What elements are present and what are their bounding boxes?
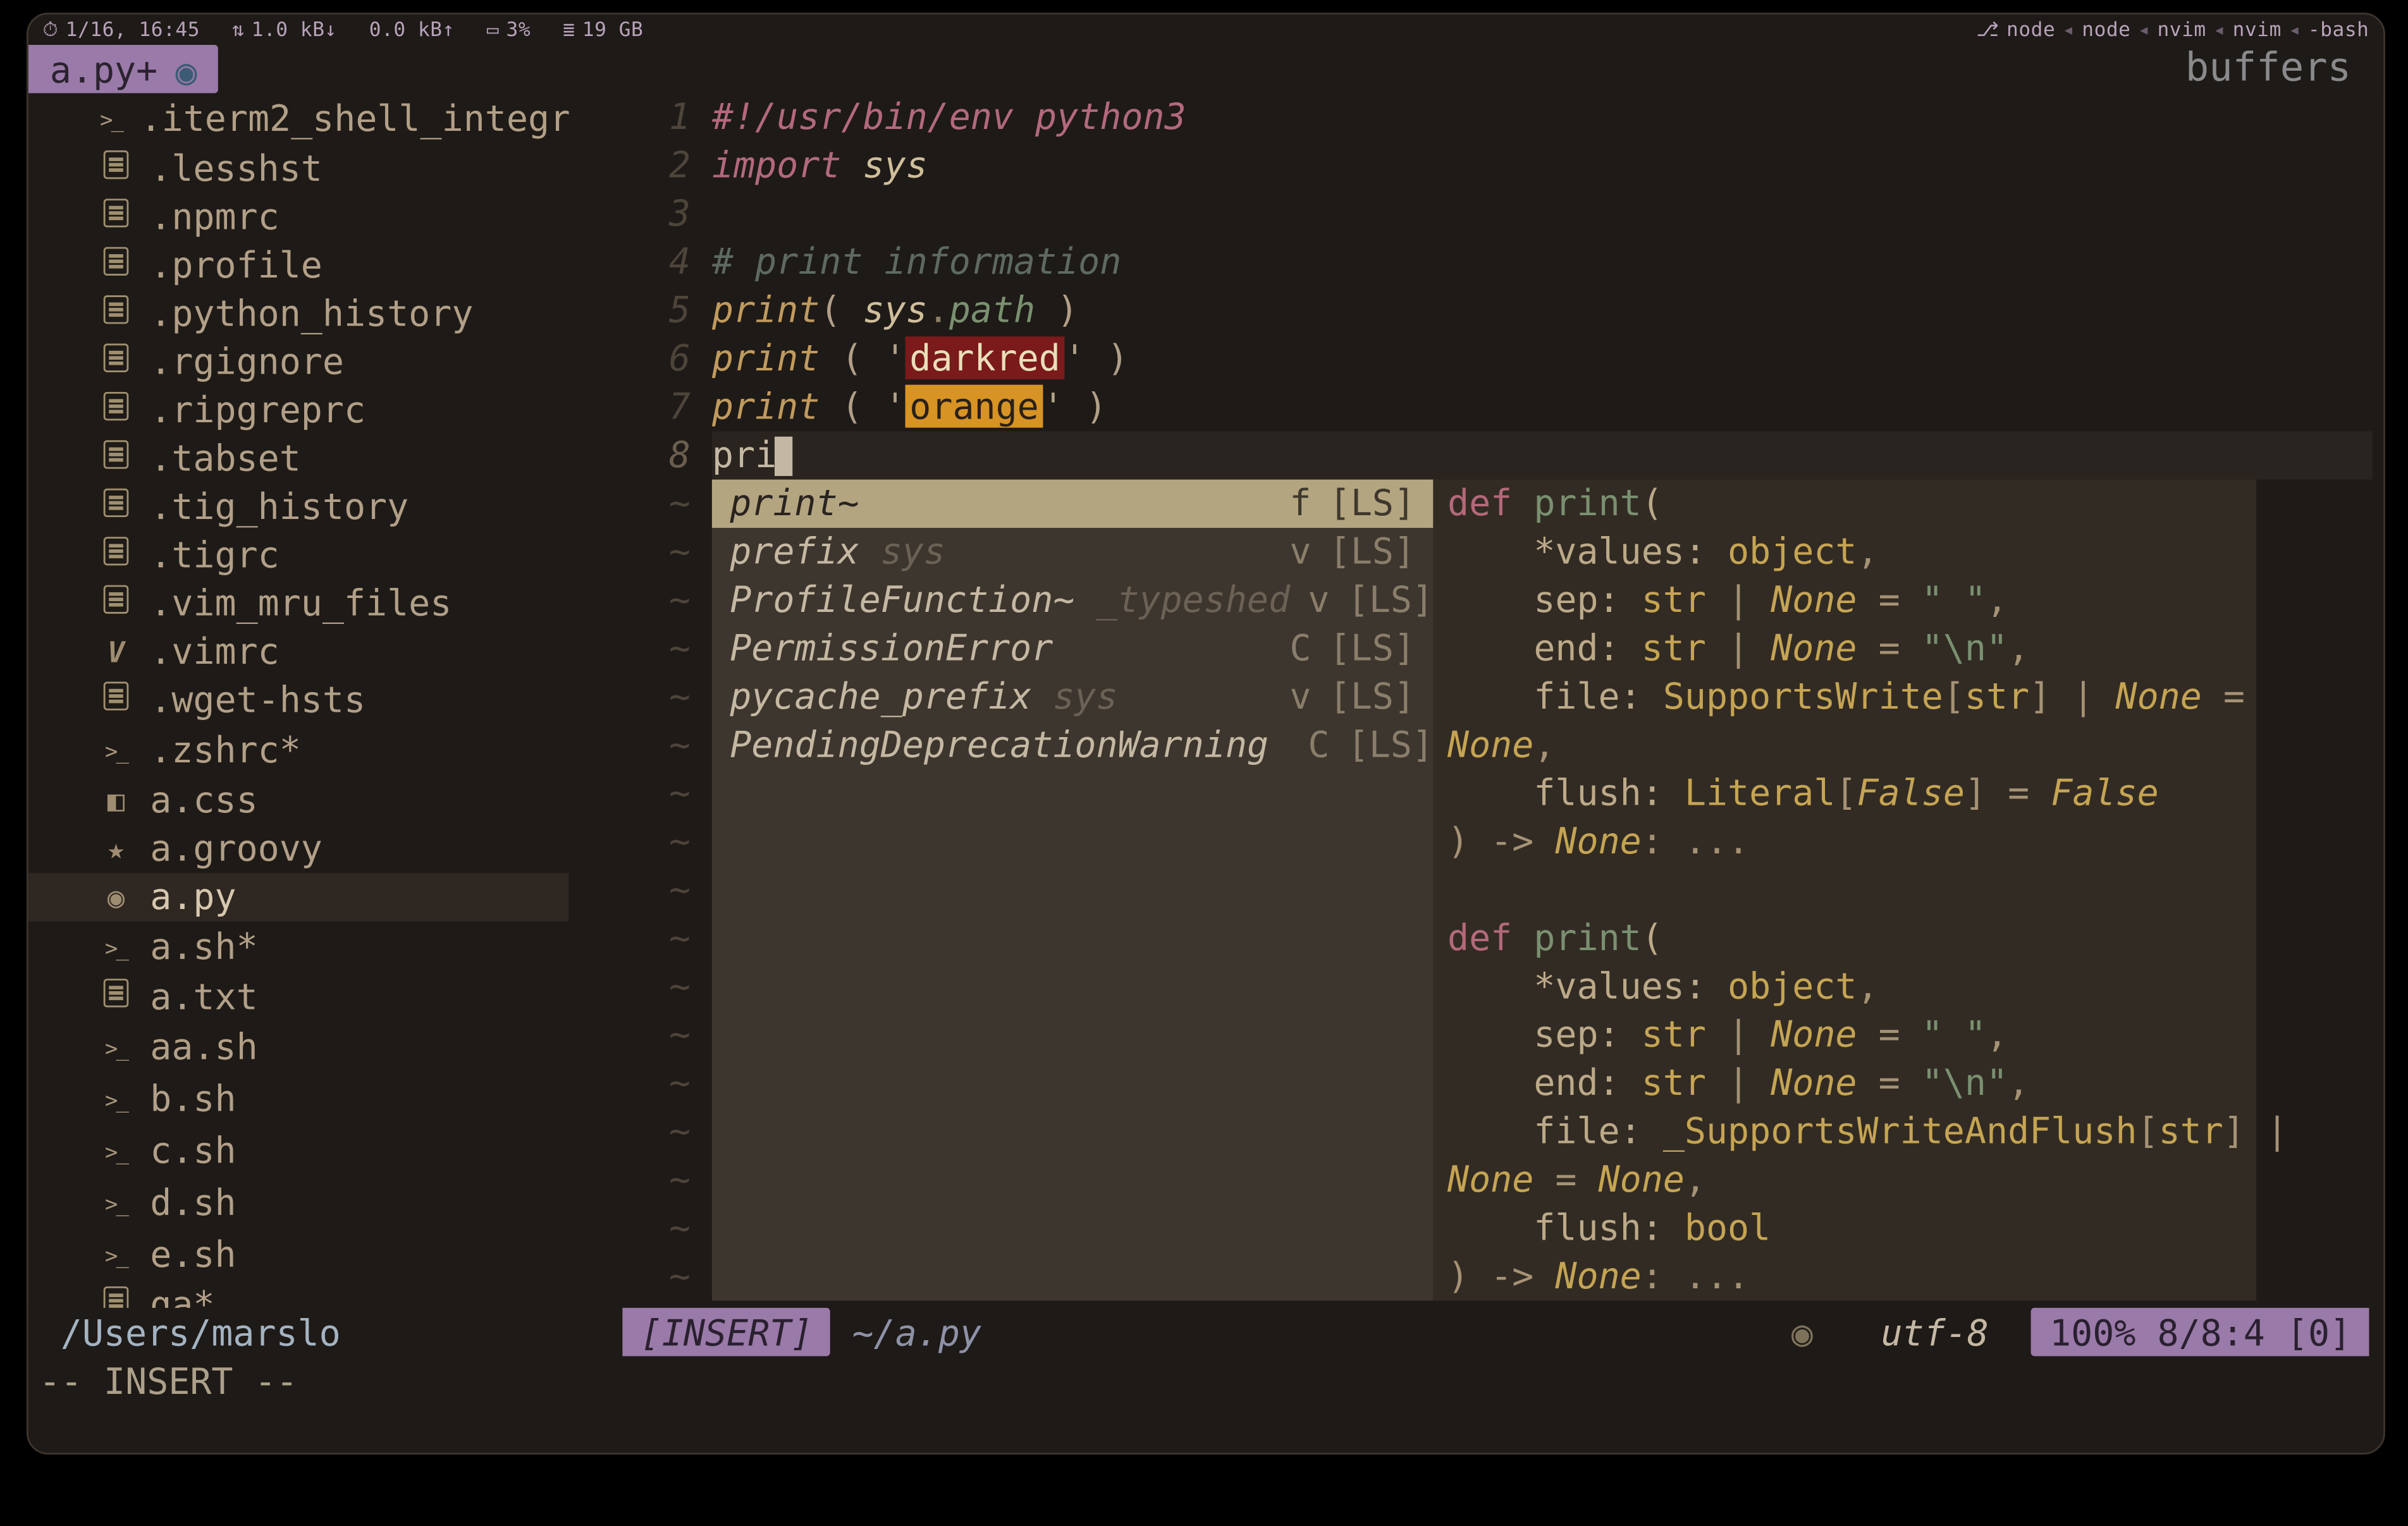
file-tree[interactable]: .iterm2_shell_integr.lesshst.npmrc.profi…: [28, 93, 569, 1356]
file-tree-item[interactable]: a.txt: [28, 974, 569, 1022]
completion-item[interactable]: prefixsysv [LS]: [712, 528, 1433, 576]
python-icon: ◉: [1791, 1310, 1813, 1353]
completion-item[interactable]: ProfileFunction~_typeshedv [LS]: [712, 576, 1433, 624]
completion-popup: print~f [LS]prefixsysv [LS]ProfileFuncti…: [712, 480, 2256, 1301]
file-tree-item[interactable]: .tigrc: [28, 532, 569, 580]
tab-label: a.py+: [50, 47, 157, 90]
status-line: /Users/marslo [INSERT] ~/a.py ◉ utf-8 10…: [28, 1308, 2383, 1356]
tab-bar: a.py+ ◉ buffers: [28, 45, 2383, 93]
code-line-5: print( sys.path ): [712, 286, 2373, 334]
memory-segment: ≣19 GB: [563, 18, 643, 41]
line-number-gutter: 12345678~~~~~~~~~~~~~~~~~: [568, 93, 711, 1356]
net-up: ⇅1.0 kB↓: [232, 18, 337, 41]
code-line-7: print ( 'orange' ): [712, 383, 2373, 431]
completion-item[interactable]: PermissionErrorC [LS]: [712, 625, 1433, 673]
file-tree-item[interactable]: .vim_mru_files: [28, 580, 569, 628]
code-line-1: #!/usr/bin/env python3: [712, 93, 2373, 141]
file-tree-item[interactable]: .lesshst: [28, 145, 569, 193]
file-tree-item[interactable]: aa.sh: [28, 1022, 569, 1073]
file-tree-item[interactable]: d.sh: [28, 1177, 569, 1229]
tab-current-file[interactable]: a.py+ ◉: [28, 45, 219, 93]
file-tree-item[interactable]: .iterm2_shell_integr: [28, 93, 569, 145]
code-line-6: print ( 'darkred' ): [712, 334, 2373, 382]
completion-item[interactable]: PendingDeprecationWarningC [LS]: [712, 721, 1433, 769]
python-icon: ◉: [176, 49, 197, 92]
file-tree-item[interactable]: .wget-hsts: [28, 676, 569, 724]
signature-doc: def print( *values: object, sep: str | N…: [1433, 480, 2256, 1301]
file-tree-item[interactable]: a.sh*: [28, 922, 569, 974]
file-tree-item[interactable]: e.sh: [28, 1229, 569, 1281]
editor-main: .iterm2_shell_integr.lesshst.npmrc.profi…: [28, 93, 2383, 1356]
net-down: 0.0 kB↑: [369, 18, 455, 41]
file-tree-item[interactable]: .zshrc*: [28, 724, 569, 776]
mode-chip: [INSERT]: [622, 1308, 830, 1356]
status-cwd: /Users/marslo: [28, 1308, 569, 1356]
encoding-label: utf-8: [1881, 1310, 2003, 1353]
code-line-3: [712, 190, 2373, 238]
completion-list[interactable]: print~f [LS]prefixsysv [LS]ProfileFuncti…: [712, 480, 1433, 1301]
battery-segment: ▭3%: [487, 18, 531, 41]
file-tree-item[interactable]: .tabset: [28, 435, 569, 483]
process-chain: ⎇ node ◂ node ◂ nvim ◂ nvim ◂ -bash: [1976, 18, 2369, 41]
file-tree-item[interactable]: .python_history: [28, 290, 569, 338]
buffers-label[interactable]: buffers: [2153, 45, 2383, 93]
code-line-4: # print information: [712, 238, 2373, 286]
file-tree-item[interactable]: c.sh: [28, 1125, 569, 1177]
terminal-window: ⏱1/16, 16:45 ⇅1.0 kB↓ 0.0 kB↑ ▭3% ≣19 GB…: [27, 13, 2385, 1455]
code-line-2: import sys: [712, 142, 2373, 190]
command-line: -- INSERT --: [28, 1356, 2383, 1404]
position-chip: 100% 8/8:4 [0]: [2032, 1308, 2369, 1356]
code-line-8-current: pri: [712, 431, 2373, 479]
status-filepath: ~/a.py: [852, 1310, 981, 1353]
file-tree-item[interactable]: ★a.groovy: [28, 825, 569, 873]
time-segment: ⏱1/16, 16:45: [42, 17, 200, 42]
file-tree-item[interactable]: .profile: [28, 241, 569, 290]
file-tree-item[interactable]: .ripgreprc: [28, 386, 569, 434]
file-tree-item[interactable]: .npmrc: [28, 193, 569, 241]
completion-item[interactable]: pycache_prefixsysv [LS]: [712, 673, 1433, 721]
file-tree-item[interactable]: .tig_history: [28, 483, 569, 531]
os-status-bar: ⏱1/16, 16:45 ⇅1.0 kB↓ 0.0 kB↑ ▭3% ≣19 GB…: [28, 15, 2383, 45]
file-tree-item[interactable]: ◧a.css: [28, 776, 569, 824]
completion-item[interactable]: print~f [LS]: [712, 480, 1433, 528]
file-tree-item[interactable]: b.sh: [28, 1073, 569, 1125]
file-tree-item[interactable]: V.vimrc: [28, 628, 569, 676]
file-tree-item[interactable]: .rgignore: [28, 338, 569, 386]
file-tree-item[interactable]: ◉a.py: [28, 873, 569, 921]
